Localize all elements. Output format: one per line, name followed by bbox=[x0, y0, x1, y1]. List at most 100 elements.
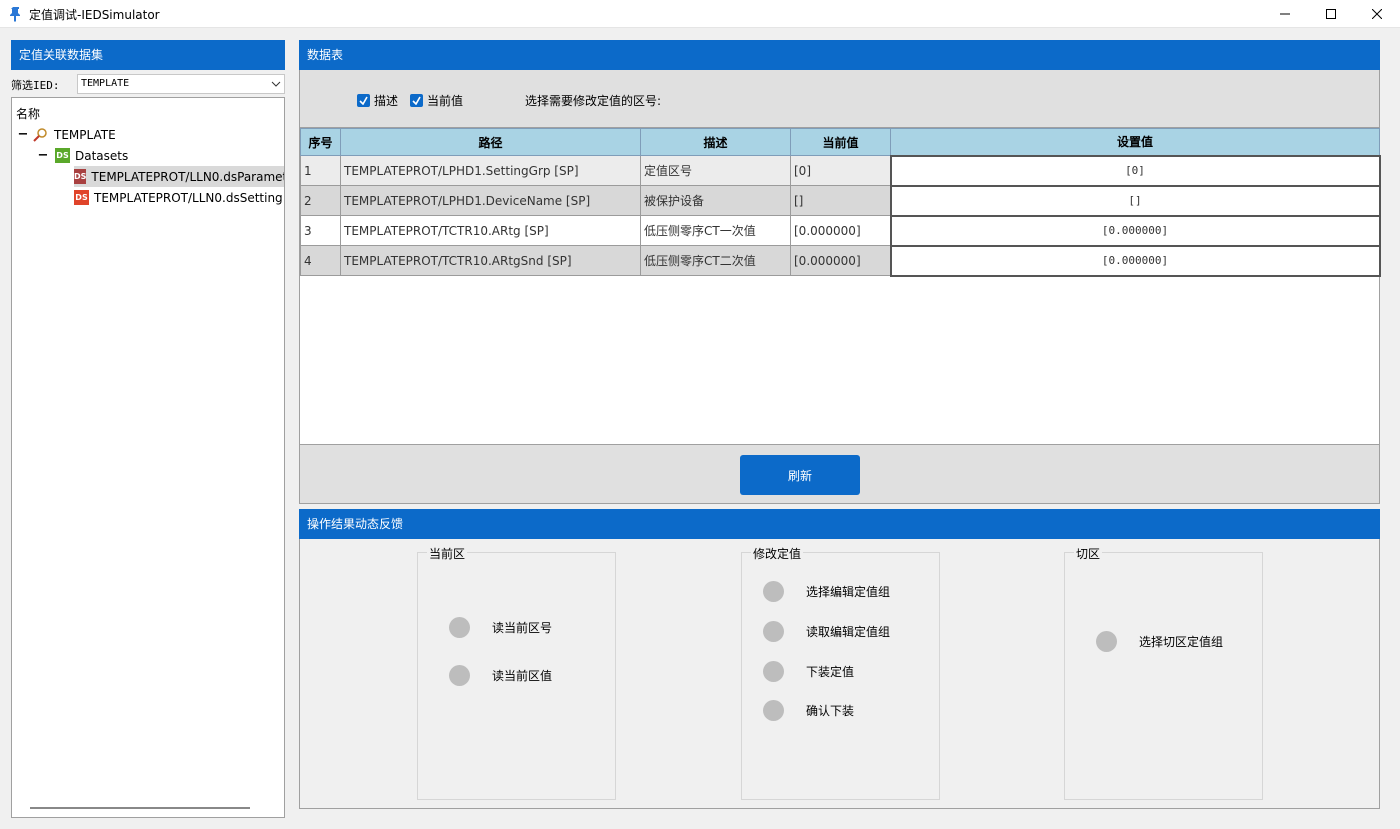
group-title: 切区 bbox=[1074, 545, 1103, 562]
tree-node-dataset[interactable]: DS TEMPLATEPROT/LLN0.dsParameter bbox=[74, 166, 285, 187]
tree-node-ied[interactable]: − TEMPLATE bbox=[16, 124, 116, 145]
window-title: 定值调试-IEDSimulator bbox=[29, 8, 160, 22]
row-desc: 低压侧零序CT一次值 bbox=[640, 215, 791, 246]
ied-filter-row: 筛选IED: TEMPLATE bbox=[11, 74, 285, 94]
ied-filter-label: 筛选IED: bbox=[11, 79, 60, 92]
title-bar: 定值调试-IEDSimulator bbox=[0, 0, 1400, 28]
row-path: TEMPLATEPROT/TCTR10.ARtgSnd [SP] bbox=[340, 245, 641, 276]
status-indicator: 选择编辑定值组 bbox=[763, 581, 890, 602]
status-indicator: 确认下装 bbox=[763, 700, 854, 721]
row-number: 4 bbox=[300, 245, 341, 276]
group-title: 修改定值 bbox=[751, 545, 804, 562]
table-row[interactable]: 1 TEMPLATEPROT/LPHD1.SettingGrp [SP] 定值区… bbox=[300, 154, 1381, 187]
status-indicator: 读当前区号 bbox=[449, 617, 552, 638]
indicator-label: 读当前区号 bbox=[492, 621, 553, 635]
refresh-button[interactable]: 刷新 bbox=[740, 455, 860, 495]
status-light-icon bbox=[449, 617, 470, 638]
row-number: 2 bbox=[300, 185, 341, 216]
dataset-tree[interactable]: 名称 − TEMPLATE − DS Datasets DS TEMPLATEP… bbox=[11, 97, 285, 818]
row-current: [] bbox=[790, 185, 891, 216]
indicator-label: 读当前区值 bbox=[492, 669, 553, 683]
row-number: 1 bbox=[300, 155, 341, 186]
status-light-icon bbox=[1096, 631, 1117, 652]
ied-filter-select[interactable]: TEMPLATE bbox=[77, 74, 285, 94]
show-desc-label: 描述 bbox=[374, 94, 399, 108]
left-panel-header: 定值关联数据集 bbox=[11, 40, 285, 70]
pushpin-icon bbox=[10, 7, 20, 22]
checkmark-icon bbox=[410, 94, 424, 107]
status-light-icon bbox=[763, 621, 784, 642]
show-desc-checkbox[interactable]: 描述 bbox=[357, 92, 398, 109]
row-current: [0] bbox=[790, 155, 891, 186]
row-desc: 低压侧零序CT二次值 bbox=[640, 245, 791, 276]
row-set-value-input[interactable]: [0] bbox=[889, 154, 1381, 187]
datasets-folder-icon: DS bbox=[55, 148, 70, 163]
tree-node-datasets[interactable]: − DS Datasets bbox=[36, 145, 128, 166]
tree-node-dataset[interactable]: DS TEMPLATEPROT/LLN0.dsSetting bbox=[74, 187, 284, 208]
ied-search-icon bbox=[33, 127, 47, 142]
ied-filter-value: TEMPLATE bbox=[81, 78, 130, 89]
row-number: 3 bbox=[300, 215, 341, 246]
column-header[interactable]: 当前值 bbox=[790, 128, 891, 156]
switch-zone-group: 切区 选择切区定值组 bbox=[1064, 545, 1263, 800]
zone-select-prompt: 选择需要修改定值的区号: bbox=[525, 94, 662, 108]
status-indicator: 读当前区值 bbox=[449, 665, 552, 686]
column-header[interactable]: 设置值 bbox=[890, 128, 1380, 156]
data-table-header: 数据表 bbox=[299, 40, 1380, 70]
status-light-icon bbox=[763, 581, 784, 602]
indicator-label: 选择编辑定值组 bbox=[806, 585, 891, 599]
data-table-panel: 描述 当前值 选择需要修改定值的区号: 序号 路径 描述 当前值 设置值 1 T… bbox=[299, 40, 1381, 504]
row-path: TEMPLATEPROT/LPHD1.SettingGrp [SP] bbox=[340, 155, 641, 186]
group-title: 当前区 bbox=[427, 545, 468, 562]
table-row[interactable]: 2 TEMPLATEPROT/LPHD1.DeviceName [SP] 被保护… bbox=[300, 184, 1381, 217]
maximize-icon bbox=[1326, 9, 1336, 19]
column-options: 描述 当前值 选择需要修改定值的区号: bbox=[357, 92, 661, 109]
close-button[interactable] bbox=[1354, 0, 1400, 28]
checkmark-icon bbox=[357, 94, 370, 107]
column-header[interactable]: 序号 bbox=[300, 128, 341, 156]
row-desc: 被保护设备 bbox=[640, 185, 791, 216]
indicator-label: 读取编辑定值组 bbox=[806, 625, 891, 639]
grid-header-row: 序号 路径 描述 当前值 设置值 bbox=[300, 128, 1380, 156]
tree-node-label: TEMPLATE bbox=[54, 127, 116, 142]
minimize-button[interactable] bbox=[1262, 0, 1308, 28]
maximize-button[interactable] bbox=[1308, 0, 1354, 28]
chevron-down-icon bbox=[271, 81, 281, 87]
row-set-value-input[interactable]: [0.000000] bbox=[889, 244, 1381, 277]
tree-node-label: TEMPLATEPROT/LLN0.dsParameter bbox=[91, 169, 285, 184]
minimize-icon bbox=[1280, 13, 1290, 15]
current-zone-group: 当前区 读当前区号 读当前区值 bbox=[417, 545, 616, 800]
close-icon bbox=[1372, 9, 1382, 19]
row-set-value-input[interactable]: [] bbox=[889, 184, 1381, 217]
tree-node-label: TEMPLATEPROT/LLN0.dsSetting bbox=[94, 190, 283, 205]
show-current-label: 当前值 bbox=[427, 94, 464, 108]
indicator-label: 下装定值 bbox=[806, 665, 855, 679]
tree-node-label: Datasets bbox=[75, 148, 129, 163]
collapse-icon[interactable]: − bbox=[36, 145, 50, 166]
indicator-label: 确认下装 bbox=[806, 704, 855, 718]
status-light-icon bbox=[449, 665, 470, 686]
indicator-label: 选择切区定值组 bbox=[1139, 635, 1224, 649]
row-current: [0.000000] bbox=[790, 215, 891, 246]
row-path: TEMPLATEPROT/LPHD1.DeviceName [SP] bbox=[340, 185, 641, 216]
show-current-checkbox[interactable]: 当前值 bbox=[410, 92, 463, 109]
status-indicator: 下装定值 bbox=[763, 661, 854, 682]
row-path: TEMPLATEPROT/TCTR10.ARtg [SP] bbox=[340, 215, 641, 246]
status-indicator: 选择切区定值组 bbox=[1096, 631, 1223, 652]
dataset-icon: DS bbox=[74, 169, 87, 184]
column-header[interactable]: 描述 bbox=[640, 128, 791, 156]
row-set-value-input[interactable]: [0.000000] bbox=[889, 214, 1381, 247]
horizontal-scrollbar[interactable] bbox=[30, 807, 250, 809]
table-row[interactable]: 3 TEMPLATEPROT/TCTR10.ARtg [SP] 低压侧零序CT一… bbox=[300, 214, 1381, 247]
modify-setting-group: 修改定值 选择编辑定值组 读取编辑定值组 下装定值 确认下装 bbox=[741, 545, 940, 800]
row-desc: 定值区号 bbox=[640, 155, 791, 186]
column-header[interactable]: 路径 bbox=[340, 128, 641, 156]
feedback-header: 操作结果动态反馈 bbox=[299, 509, 1380, 539]
collapse-icon[interactable]: − bbox=[16, 124, 30, 145]
status-indicator: 读取编辑定值组 bbox=[763, 621, 890, 642]
feedback-panel: 操作结果动态反馈 当前区 读当前区号 读当前区值 修改定值 选择编辑定值组 读取… bbox=[299, 509, 1380, 809]
status-light-icon bbox=[763, 700, 784, 721]
status-light-icon bbox=[763, 661, 784, 682]
table-row[interactable]: 4 TEMPLATEPROT/TCTR10.ARtgSnd [SP] 低压侧零序… bbox=[300, 244, 1381, 277]
tree-column-header: 名称 bbox=[16, 107, 41, 121]
